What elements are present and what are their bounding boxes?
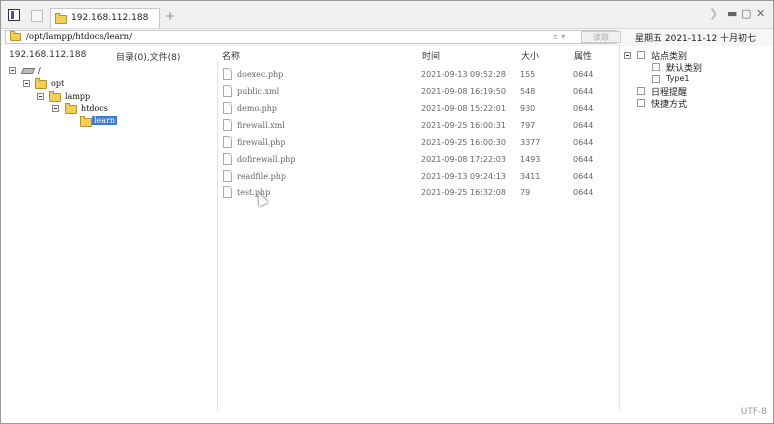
collapse-icon[interactable]	[52, 105, 59, 112]
pane-divider[interactable]	[619, 45, 620, 411]
file-attr: 0644	[573, 70, 594, 79]
file-name: doexec.php	[237, 70, 284, 79]
dir-file-count: 目录(0),文件(8)	[116, 53, 181, 63]
file-name: demo.php	[237, 104, 278, 113]
file-size: 930	[520, 104, 536, 113]
date-label: 星期五 2021-11-12 十月初七	[635, 34, 757, 44]
tab-connection[interactable]: 192.168.112.188	[50, 8, 160, 28]
file-icon	[223, 153, 232, 165]
folder-icon	[55, 13, 67, 24]
tree-label: lampp	[65, 92, 91, 101]
read-button[interactable]: 读取	[581, 31, 621, 43]
path-text: /opt/lampp/htdocs/learn/	[26, 32, 132, 42]
file-size: 797	[520, 121, 536, 130]
file-row[interactable]: readfile.php 2021-09-13 09:24:13 3411 06…	[222, 169, 617, 185]
default-category[interactable]: 默认类别	[666, 61, 702, 74]
file-time: 2021-09-08 16:19:50	[421, 87, 506, 96]
file-attr: 0644	[573, 172, 594, 181]
tree-label: opt	[51, 79, 65, 88]
folder-icon	[49, 91, 61, 102]
file-icon	[223, 85, 232, 97]
file-row[interactable]: firewall.php 2021-09-25 16:00:30 3377 06…	[222, 135, 617, 151]
column-header-time[interactable]: 时间	[422, 49, 440, 62]
host-label: 192.168.112.188	[9, 50, 87, 60]
column-header-size[interactable]: 大小	[521, 49, 539, 62]
file-attr: 0644	[573, 121, 594, 130]
file-size: 3411	[520, 172, 541, 181]
clock-icon	[637, 87, 645, 95]
file-row[interactable]: firewall.xml 2021-09-25 16:00:31 797 064…	[222, 118, 617, 134]
file-row[interactable]: dofirewall.php 2021-09-08 17:22:03 1493 …	[222, 152, 617, 168]
category-icon	[652, 75, 660, 83]
history-arrows-icon[interactable]: ± ▾	[552, 32, 565, 41]
file-icon	[223, 68, 232, 80]
file-attr: 0644	[573, 104, 594, 113]
file-icon	[223, 119, 232, 131]
file-attr: 0644	[573, 155, 594, 164]
file-name: firewall.php	[237, 138, 286, 147]
app-window: 192.168.112.188 + ❯ ▬ ▢ ✕ /opt/lampp/htd…	[0, 0, 774, 424]
folder-icon	[80, 116, 92, 127]
file-name: readfile.php	[237, 172, 287, 181]
file-time: 2021-09-08 17:22:03	[421, 155, 506, 164]
file-size: 155	[520, 70, 536, 79]
file-icon	[223, 136, 232, 148]
column-header-attr[interactable]: 属性	[574, 49, 592, 62]
maximize-icon[interactable]: ▢	[741, 7, 751, 20]
encoding-label: UTF-8	[740, 407, 767, 417]
folder-icon	[35, 78, 47, 89]
file-name: firewall.xml	[237, 121, 285, 130]
file-row[interactable]: test.php 2021-09-25 16:32:08 79 0644	[222, 185, 617, 201]
path-input[interactable]: /opt/lampp/htdocs/learn/ ± ▾ 读取	[5, 30, 621, 44]
panel-toggle-icon[interactable]	[8, 9, 20, 21]
shortcut-icon	[637, 99, 645, 107]
collapse-icon[interactable]	[624, 52, 631, 59]
file-time: 2021-09-13 09:52:28	[421, 70, 506, 79]
category-icon	[637, 51, 645, 59]
file-time: 2021-09-25 16:32:08	[421, 188, 506, 197]
folder-icon	[10, 31, 21, 41]
type1-category[interactable]: Type1	[666, 74, 689, 83]
file-name: public.xml	[237, 87, 280, 96]
file-icon	[223, 102, 232, 114]
file-time: 2021-09-13 09:24:13	[421, 172, 506, 181]
file-size: 548	[520, 87, 536, 96]
file-row[interactable]: public.xml 2021-09-08 16:19:50 548 0644	[222, 84, 617, 100]
file-icon	[223, 186, 232, 198]
file-attr: 0644	[573, 138, 594, 147]
close-icon[interactable]: ✕	[756, 7, 765, 20]
file-row[interactable]: doexec.php 2021-09-13 09:52:28 155 0644	[222, 67, 617, 83]
column-header-name[interactable]: 名称	[222, 49, 240, 62]
file-attr: 0644	[573, 188, 594, 197]
drive-icon	[20, 68, 36, 74]
minimize-icon[interactable]: ▬	[727, 7, 737, 20]
file-attr: 0644	[573, 87, 594, 96]
chevron-right-icon[interactable]: ❯	[709, 7, 718, 20]
file-size: 3377	[520, 138, 541, 147]
collapse-icon[interactable]	[9, 67, 16, 74]
file-row[interactable]: demo.php 2021-09-08 15:22:01 930 0644	[222, 101, 617, 117]
collapse-icon[interactable]	[37, 93, 44, 100]
blank-tab-icon[interactable]	[31, 10, 43, 22]
file-time: 2021-09-25 16:00:31	[421, 121, 506, 130]
tab-title: 192.168.112.188	[71, 13, 149, 23]
address-bar: /opt/lampp/htdocs/learn/ ± ▾ 读取 星期五 2021…	[1, 29, 773, 46]
tree-label: /	[38, 66, 41, 75]
file-time: 2021-09-25 16:00:30	[421, 138, 506, 147]
add-tab-icon[interactable]: +	[165, 9, 175, 23]
tab-bar: 192.168.112.188 + ❯ ▬ ▢ ✕	[1, 1, 773, 29]
folder-icon	[65, 103, 77, 114]
file-size: 79	[520, 188, 531, 197]
pane-divider[interactable]	[217, 61, 218, 411]
category-icon	[652, 63, 660, 71]
file-size: 1493	[520, 155, 541, 164]
collapse-icon[interactable]	[23, 80, 30, 87]
file-time: 2021-09-08 15:22:01	[421, 104, 506, 113]
file-icon	[223, 170, 232, 182]
shortcuts[interactable]: 快捷方式	[651, 97, 687, 110]
tree-label-selected: learn	[92, 116, 118, 125]
tree-label: htdocs	[81, 104, 108, 113]
file-name: dofirewall.php	[237, 155, 296, 164]
